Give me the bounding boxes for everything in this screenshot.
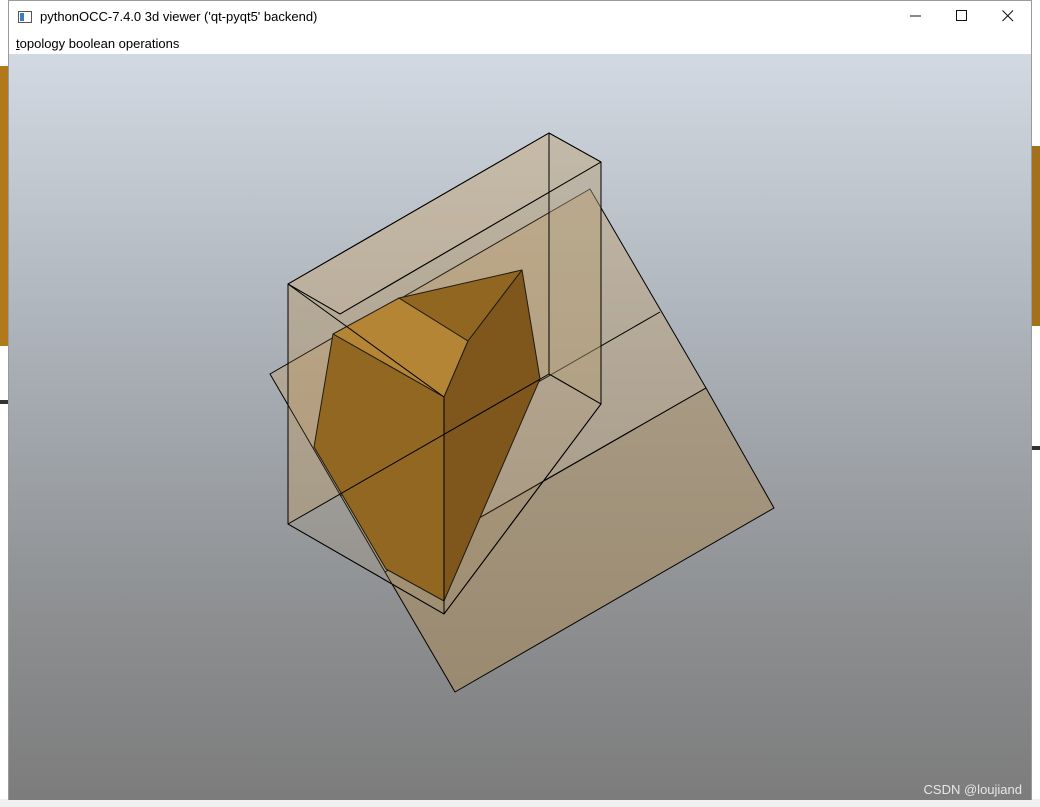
watermark: CSDN @loujiand [923,782,1022,797]
background-shape-right [1032,146,1040,326]
title-bar[interactable]: pythonOCC-7.4.0 3d viewer ('qt-pyqt5' ba… [9,1,1031,32]
window-title: pythonOCC-7.4.0 3d viewer ('qt-pyqt5' ba… [40,9,318,24]
minimize-button[interactable] [893,1,939,32]
menu-topology-boolean-operations[interactable]: topology boolean operations [16,36,179,51]
close-icon [1002,7,1014,26]
menu-label: opology boolean operations [19,35,180,51]
background-app-bottom [0,799,1040,807]
minimize-icon [910,7,922,26]
maximize-icon [956,7,968,26]
background-divider-right [1032,446,1040,450]
qt-window-icon[interactable] [18,10,32,23]
3d-scene[interactable] [9,54,1031,800]
background-shape-left [0,66,8,346]
menu-bar: topology boolean operations [9,32,1031,54]
window-controls [893,1,1031,32]
viewer-window: pythonOCC-7.4.0 3d viewer ('qt-pyqt5' ba… [8,0,1032,800]
close-button[interactable] [985,1,1031,32]
background-divider-left [0,400,8,404]
3d-viewport[interactable]: CSDN @loujiand [9,54,1031,800]
maximize-button[interactable] [939,1,985,32]
background-app-right [1032,0,1040,807]
